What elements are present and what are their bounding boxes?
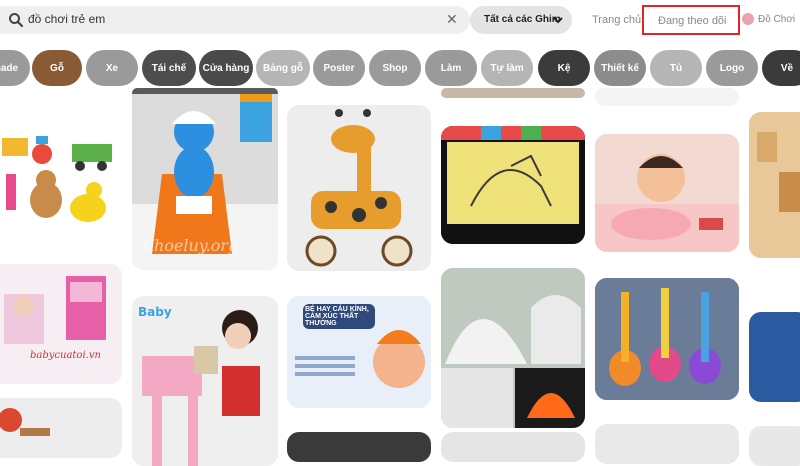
svg-text:Baby: Baby (138, 305, 172, 319)
pin-image (441, 126, 585, 244)
pin-caption: babycuatoi.vn (30, 350, 101, 361)
pin-pink-piano[interactable]: Baby (132, 296, 278, 466)
related-search-chips: made Gỗ Xe Tái chế Cửa hàng Bảng gỗ Post… (0, 50, 800, 86)
search-bar[interactable]: đồ chơi trẻ em ✕ (0, 6, 470, 34)
pin-smurf-chair[interactable]: Khoeluy.org (132, 94, 278, 270)
pin-image (595, 134, 739, 252)
pin-toys-stacker[interactable] (0, 124, 122, 240)
pin-col6-top[interactable] (749, 112, 800, 258)
pin-sand-art[interactable] (441, 126, 585, 244)
chevron-down-icon (553, 17, 563, 24)
avatar[interactable] (742, 13, 754, 25)
pin-col6-bottom[interactable] (749, 426, 800, 466)
pin-image (4, 276, 106, 344)
chip-thiet-ke[interactable]: Thiết kế (594, 50, 646, 86)
pin-filter-label: Tất cả các Ghim (484, 14, 561, 25)
chip-ke[interactable]: Kệ (538, 50, 590, 86)
pin-wood-giraffe[interactable] (287, 105, 431, 271)
clear-search-icon[interactable]: ✕ (446, 11, 458, 28)
pin-watermark: Khoeluy.org (142, 236, 239, 255)
pin-wood-toy-partial[interactable] (0, 398, 122, 458)
pin-image (441, 268, 585, 428)
chip-logo[interactable]: Logo (706, 50, 758, 86)
baby-logo: Baby (138, 305, 172, 319)
nav-following-link[interactable]: Đang theo dõi (642, 5, 740, 35)
pin-cup-igloo[interactable] (441, 268, 585, 428)
pin-image (0, 408, 50, 436)
pin-toy-guitars[interactable] (595, 278, 739, 400)
pin-image (2, 136, 112, 222)
pin-col4-bottom[interactable] (441, 432, 585, 462)
chip-xe[interactable]: Xe (86, 50, 138, 86)
pin-top-partial-2[interactable] (441, 88, 585, 98)
pin-card-headline: BÉ HAY CÁU KỈNH, CẢM XÚC THẤT THƯỜNG (303, 304, 375, 329)
chip-shop[interactable]: Shop (369, 50, 421, 86)
pin-parenting-card[interactable]: BÉ HAY CÁU KỈNH, CẢM XÚC THẤT THƯỜNG (287, 296, 431, 408)
nav-home-link[interactable]: Trang chủ (592, 14, 641, 26)
chip-lam[interactable]: Làm (425, 50, 477, 86)
pin-top-partial-3[interactable] (595, 88, 739, 106)
pin-filter-dropdown[interactable]: Tất cả các Ghim (470, 6, 572, 34)
pin-image (595, 278, 739, 400)
chip-ve[interactable]: Về (762, 50, 800, 86)
pin-col3-bottom[interactable] (287, 432, 431, 462)
chip-poster[interactable]: Poster (313, 50, 365, 86)
search-icon (9, 13, 24, 28)
top-bar: đồ chơi trẻ em ✕ Tất cả các Ghim Trang c… (0, 0, 800, 40)
chip-cua-hang[interactable]: Cửa hàng (199, 50, 253, 86)
search-input[interactable]: đồ chơi trẻ em (28, 12, 105, 26)
pin-col5-bottom[interactable] (595, 424, 739, 464)
nav-user-link[interactable]: Đồ Chơi (758, 14, 795, 25)
nav-following-label: Đang theo dõi (658, 15, 727, 27)
chip-tai-che[interactable]: Tái chế (142, 50, 196, 86)
chip-tu-lam[interactable]: Tự làm (481, 50, 533, 86)
chip-bang-go[interactable]: Bảng gỗ (256, 50, 310, 86)
chip-made[interactable]: made (0, 50, 30, 86)
chip-tu[interactable]: Tủ (650, 50, 702, 86)
pin-image (749, 112, 800, 258)
pin-baby-crawling[interactable] (595, 134, 739, 252)
pin-image (305, 109, 413, 267)
pin-kitchen-set[interactable]: babycuatoi.vn (0, 264, 122, 384)
chip-go[interactable]: Gỗ (32, 50, 82, 86)
pin-col6-mid[interactable] (749, 312, 800, 402)
